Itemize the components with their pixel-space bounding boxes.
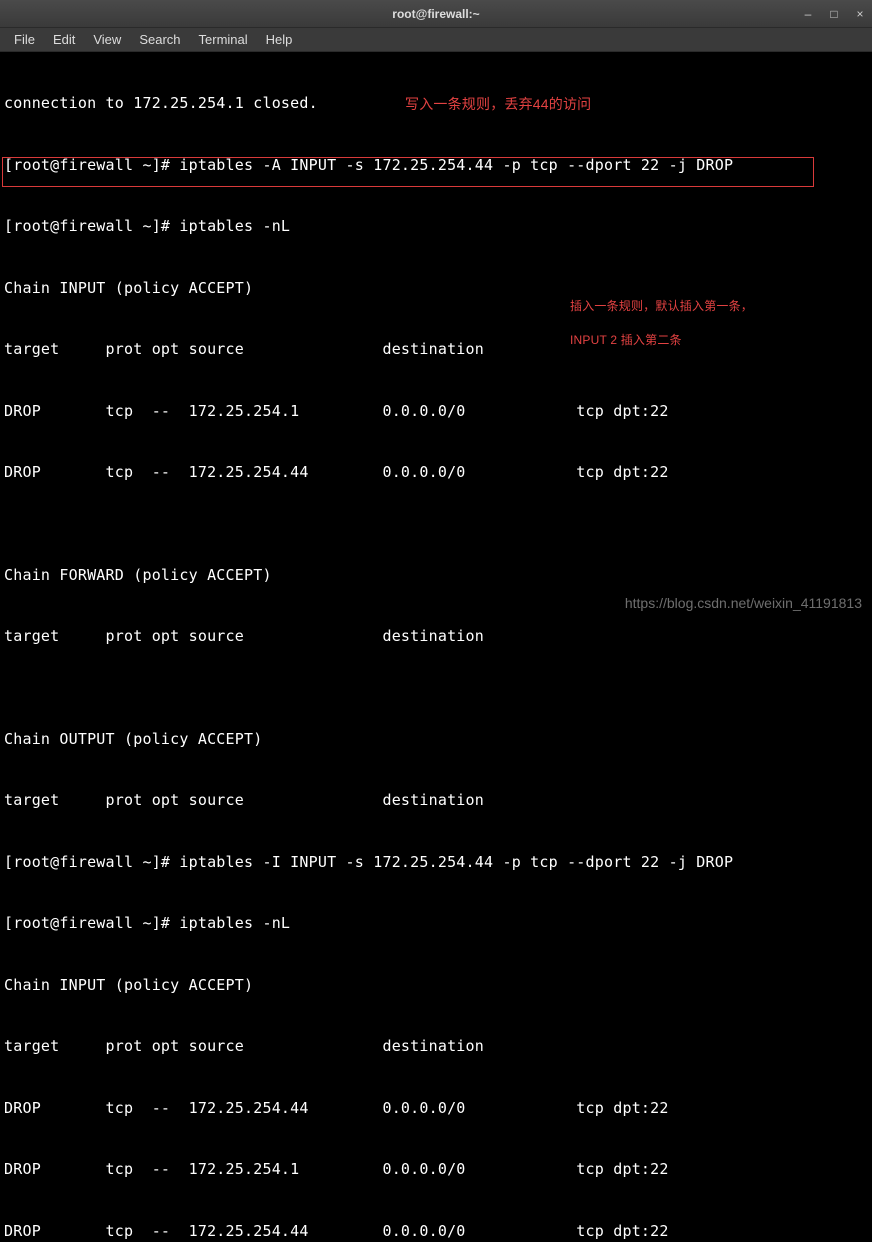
terminal-line: [root@firewall ~]# iptables -A INPUT -s … <box>4 155 868 176</box>
terminal-line: Chain OUTPUT (policy ACCEPT) <box>4 729 868 750</box>
terminal-line: target prot opt source destination <box>4 626 868 647</box>
window-title: root@firewall:~ <box>392 7 479 21</box>
menu-edit[interactable]: Edit <box>45 30 83 49</box>
terminal-line: [root@firewall ~]# iptables -I INPUT -s … <box>4 852 868 873</box>
menubar: File Edit View Search Terminal Help <box>0 28 872 52</box>
menu-terminal[interactable]: Terminal <box>191 30 256 49</box>
terminal-line: DROP tcp -- 172.25.254.1 0.0.0.0/0 tcp d… <box>4 401 868 422</box>
terminal-line: connection to 172.25.254.1 closed. <box>4 93 868 114</box>
terminal-line: target prot opt source destination <box>4 790 868 811</box>
terminal-line: [root@firewall ~]# iptables -nL <box>4 913 868 934</box>
terminal-line: target prot opt source destination <box>4 1036 868 1057</box>
close-button[interactable]: × <box>852 6 868 22</box>
menu-help[interactable]: Help <box>258 30 301 49</box>
terminal-line: Chain INPUT (policy ACCEPT) <box>4 975 868 996</box>
terminal-area[interactable]: connection to 172.25.254.1 closed. [root… <box>0 52 872 1242</box>
terminal-line: target prot opt source destination <box>4 339 868 360</box>
menu-file[interactable]: File <box>6 30 43 49</box>
window-controls: – □ × <box>800 6 868 22</box>
terminal-line: Chain INPUT (policy ACCEPT) <box>4 278 868 299</box>
terminal-line: DROP tcp -- 172.25.254.44 0.0.0.0/0 tcp … <box>4 1098 868 1119</box>
minimize-button[interactable]: – <box>800 6 816 22</box>
menu-view[interactable]: View <box>85 30 129 49</box>
terminal-line: DROP tcp -- 172.25.254.1 0.0.0.0/0 tcp d… <box>4 1159 868 1180</box>
terminal-line: DROP tcp -- 172.25.254.44 0.0.0.0/0 tcp … <box>4 462 868 483</box>
menu-search[interactable]: Search <box>131 30 188 49</box>
terminal-line: [root@firewall ~]# iptables -nL <box>4 216 868 237</box>
terminal-line: Chain FORWARD (policy ACCEPT) <box>4 565 868 586</box>
maximize-button[interactable]: □ <box>826 6 842 22</box>
terminal-line: DROP tcp -- 172.25.254.44 0.0.0.0/0 tcp … <box>4 1221 868 1242</box>
window-titlebar: root@firewall:~ – □ × <box>0 0 872 28</box>
annotation-2: 插入一条规则，默认插入第一条， <box>570 296 753 317</box>
